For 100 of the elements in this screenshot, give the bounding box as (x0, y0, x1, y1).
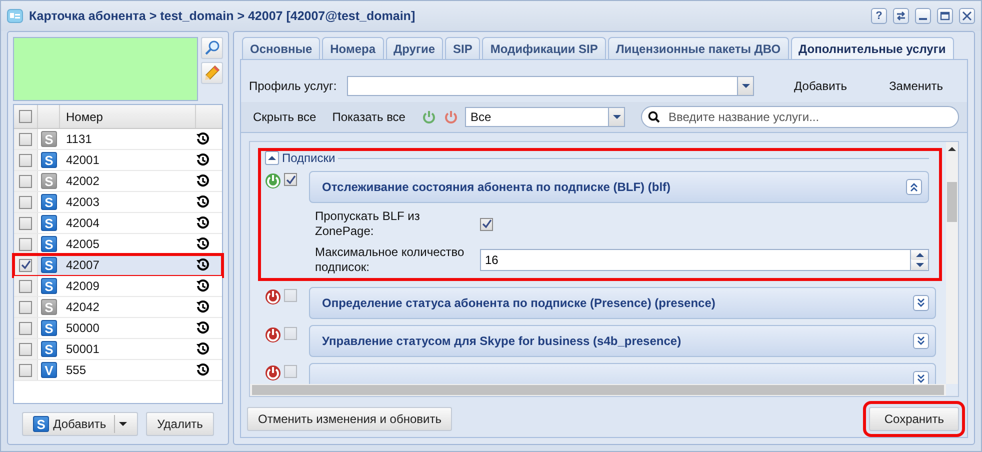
help-button[interactable]: ? (871, 8, 887, 24)
replace-link[interactable]: Заменить (873, 79, 959, 93)
edit-button[interactable] (201, 62, 223, 84)
row-checkbox[interactable] (19, 132, 32, 146)
collapse-button[interactable] (265, 151, 279, 165)
service-checkbox[interactable] (284, 327, 297, 340)
add-button[interactable]: S Добавить (22, 412, 138, 436)
filter-select[interactable]: Все (465, 107, 626, 127)
select-value: Все (469, 109, 492, 126)
number-row[interactable]: S 42007 (14, 255, 222, 276)
history-icon[interactable] (196, 132, 210, 146)
add-link[interactable]: Добавить (778, 79, 864, 93)
search-button[interactable] (201, 37, 223, 59)
tab[interactable]: Модификации SIP (482, 37, 606, 59)
caret-down-icon (742, 83, 750, 89)
power-off-icon[interactable] (265, 289, 281, 305)
vertical-scrollbar[interactable] (946, 142, 958, 384)
search-field[interactable]: Введите название услуги... (666, 109, 958, 125)
history-icon[interactable] (196, 363, 210, 377)
service-type-icon: S (41, 194, 57, 210)
maximize-button[interactable] (937, 8, 953, 24)
tab[interactable]: Другие (386, 37, 443, 59)
service-checkbox[interactable] (284, 365, 297, 378)
power-off-icon[interactable] (265, 365, 281, 381)
delete-button[interactable]: Удалить (146, 412, 214, 436)
number-row[interactable]: S 42009 (14, 276, 222, 297)
number-text: 50000 (65, 321, 100, 335)
history-icon[interactable] (196, 216, 210, 230)
tab[interactable]: Дополнительные услуги (790, 37, 954, 59)
service-header[interactable]: Управление статусом для Skype for business (s4b_presence) (309, 325, 936, 357)
power-on-icon[interactable] (265, 173, 281, 189)
number-row[interactable]: V 555 (14, 360, 222, 381)
tab[interactable]: Основные (242, 37, 320, 59)
service-checkbox[interactable] (284, 173, 297, 186)
number-row[interactable]: S 42001 (14, 150, 222, 171)
number-row[interactable]: S 42003 (14, 192, 222, 213)
row-checkbox[interactable] (19, 154, 32, 166)
history-icon[interactable] (196, 279, 210, 293)
row-checkbox[interactable] (19, 174, 32, 188)
minimize-button[interactable] (915, 8, 931, 24)
power-off-icon[interactable] (265, 327, 281, 343)
service-type-icon: S (41, 320, 57, 336)
row-checkbox[interactable] (19, 238, 32, 250)
caret-down-icon (916, 262, 924, 268)
search-box[interactable]: Введите название услуги... (641, 106, 959, 128)
history-icon[interactable] (196, 237, 210, 251)
service-type-icon: S (41, 152, 57, 168)
number-row[interactable]: S 50001 (14, 339, 222, 360)
expand-button[interactable] (913, 333, 929, 349)
history-icon[interactable] (196, 153, 210, 167)
service-type-icon: S (41, 257, 57, 273)
history-icon[interactable] (196, 300, 210, 314)
row-checkbox[interactable] (19, 342, 32, 356)
history-icon[interactable] (196, 195, 210, 209)
select-all-checkbox[interactable] (19, 110, 32, 123)
tab[interactable]: SIP (445, 37, 480, 59)
close-button[interactable] (959, 8, 975, 24)
double-chevron-down-icon (916, 374, 926, 384)
number-row[interactable]: S 42004 (14, 213, 222, 234)
service-header[interactable]: Отслеживание состояния абонента по подписке (BLF) (blf) (309, 171, 929, 203)
history-icon[interactable] (196, 342, 210, 356)
option-checkbox[interactable] (480, 218, 493, 230)
service-type-icon: S (41, 131, 57, 147)
scrollbar-thumb[interactable] (947, 182, 957, 222)
row-checkbox[interactable] (19, 322, 32, 334)
reset-button[interactable]: Отменить изменения и обновить (247, 407, 452, 431)
increment-button[interactable] (911, 250, 928, 260)
hide-all-link[interactable]: Скрыть все (249, 110, 326, 124)
number-row[interactable]: S 1131 (14, 129, 222, 150)
number-text: 42005 (65, 237, 100, 251)
field-label: Пропускать BLF из ZonePage: (315, 209, 421, 239)
tab[interactable]: Номера (322, 37, 384, 59)
row-checkbox[interactable] (19, 258, 32, 272)
number-row[interactable]: S 42042 (14, 297, 222, 318)
number-row[interactable]: S 42002 (14, 171, 222, 192)
service-checkbox[interactable] (284, 289, 297, 302)
expand-button[interactable] (913, 371, 929, 384)
show-all-link[interactable]: Показать все (332, 110, 416, 124)
row-checkbox[interactable] (19, 196, 32, 208)
history-icon[interactable] (196, 174, 210, 188)
history-icon[interactable] (196, 258, 210, 272)
refresh-button[interactable] (893, 8, 909, 24)
row-checkbox[interactable] (19, 300, 32, 314)
collapse-button[interactable] (906, 179, 922, 195)
tab[interactable]: Лицензионные пакеты ДВО (608, 37, 789, 59)
swap-arrows-icon (896, 11, 906, 21)
expand-button[interactable] (913, 295, 929, 311)
row-checkbox[interactable] (19, 364, 32, 376)
close-icon (962, 11, 972, 21)
number-text: 42003 (65, 195, 100, 209)
number-row[interactable]: S 42005 (14, 234, 222, 255)
minimize-icon (919, 18, 927, 20)
row-checkbox[interactable] (19, 216, 32, 230)
decrement-button[interactable] (911, 260, 928, 270)
history-icon[interactable] (196, 321, 210, 335)
caret-up-icon (916, 252, 924, 258)
service-header[interactable]: Определение статуса абонента по подписке (Presence) (presence) (309, 287, 936, 319)
number-row[interactable]: S 50000 (14, 318, 222, 339)
field-label: Максимальное количество подписок: (315, 245, 466, 275)
row-checkbox[interactable] (19, 280, 32, 292)
